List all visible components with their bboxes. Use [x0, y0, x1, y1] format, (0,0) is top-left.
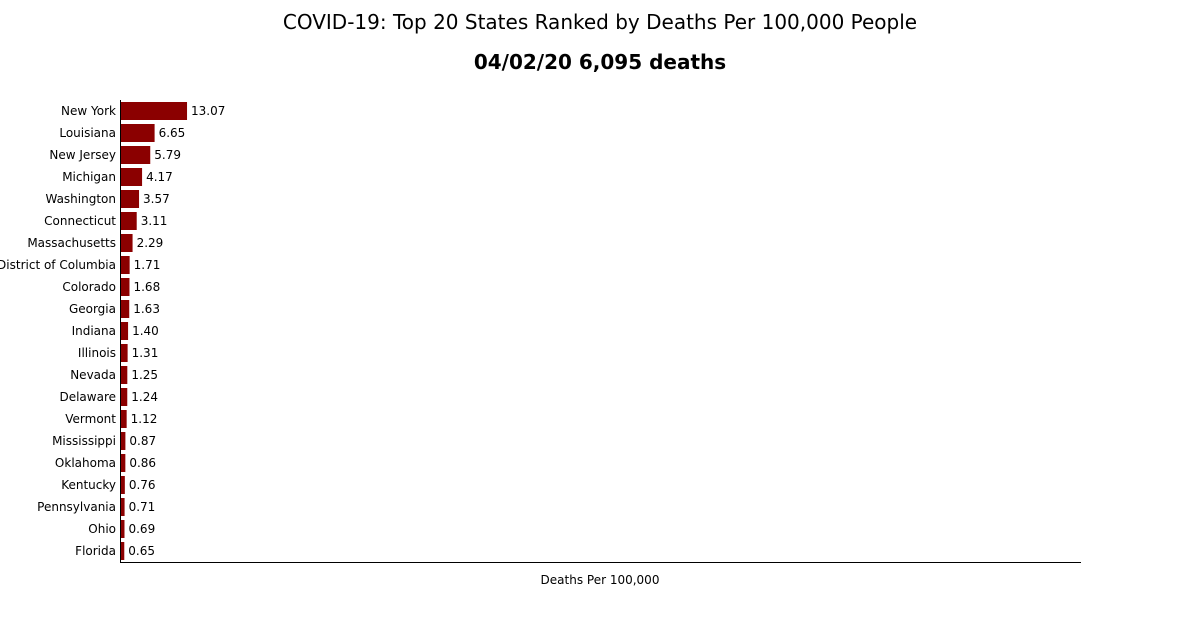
category-label: Mississippi: [52, 434, 116, 448]
bar: [121, 520, 125, 538]
value-label: 5.79: [154, 148, 181, 162]
value-label: 1.31: [132, 346, 159, 360]
bar: [121, 300, 130, 318]
bar: [121, 432, 126, 450]
category-label: Florida: [75, 544, 116, 558]
bar: [121, 344, 128, 362]
value-label: 3.11: [141, 214, 168, 228]
bar: [121, 366, 128, 384]
bar: [121, 102, 188, 120]
value-label: 1.71: [134, 258, 161, 272]
category-label: New York: [61, 104, 116, 118]
bar: [121, 190, 140, 208]
bar: [121, 212, 137, 230]
category-label: Kentucky: [61, 478, 116, 492]
category-label: District of Columbia: [0, 258, 116, 272]
category-label: Oklahoma: [55, 456, 116, 470]
value-label: 3.57: [143, 192, 170, 206]
bar: [121, 124, 155, 142]
bar: [121, 278, 130, 296]
category-label: New Jersey: [49, 148, 116, 162]
x-axis-label: Deaths Per 100,000: [541, 573, 660, 587]
category-label: Louisiana: [59, 126, 116, 140]
category-label: Connecticut: [44, 214, 116, 228]
category-label: Ohio: [88, 522, 116, 536]
bar: [121, 234, 133, 252]
category-label: Massachusetts: [27, 236, 116, 250]
value-labels-group: 13.07 6.65 5.79 4.17 3.57 3.11 2.29 1.71 1.68 1.6…: [128, 104, 225, 558]
category-label: Colorado: [62, 280, 116, 294]
bar: [121, 542, 125, 560]
category-labels-group: New York Louisiana New Jersey Michigan Washi…: [0, 104, 116, 558]
category-label: Delaware: [59, 390, 116, 404]
value-label: 1.63: [133, 302, 160, 316]
bar: [121, 322, 129, 340]
value-label: 4.17: [146, 170, 173, 184]
bar: [121, 454, 126, 472]
category-label: Pennsylvania: [37, 500, 116, 514]
category-label: Washington: [45, 192, 116, 206]
bar-chart: New York Louisiana New Jersey Michigan Washi…: [0, 100, 1081, 587]
value-label: 0.65: [128, 544, 155, 558]
bar: [121, 410, 127, 428]
value-label: 1.24: [131, 390, 158, 404]
bar: [121, 498, 125, 516]
bar: [121, 146, 151, 164]
category-label: Michigan: [62, 170, 116, 184]
value-label: 2.29: [137, 236, 164, 250]
category-label: Georgia: [69, 302, 116, 316]
category-label: Indiana: [72, 324, 116, 338]
value-label: 1.68: [133, 280, 160, 294]
bar: [121, 256, 130, 274]
value-label: 0.87: [129, 434, 156, 448]
value-label: 6.65: [159, 126, 186, 140]
category-label: Illinois: [78, 346, 116, 360]
value-label: 0.69: [128, 522, 155, 536]
bar: [121, 476, 125, 494]
value-label: 1.25: [131, 368, 158, 382]
value-label: 0.76: [129, 478, 156, 492]
category-label: Vermont: [65, 412, 116, 426]
value-label: 1.40: [132, 324, 159, 338]
value-label: 1.12: [131, 412, 158, 426]
value-label: 0.86: [129, 456, 156, 470]
bar: [121, 168, 143, 186]
value-label: 0.71: [129, 500, 156, 514]
value-label: 13.07: [191, 104, 225, 118]
bar: [121, 388, 128, 406]
category-label: Nevada: [70, 368, 116, 382]
